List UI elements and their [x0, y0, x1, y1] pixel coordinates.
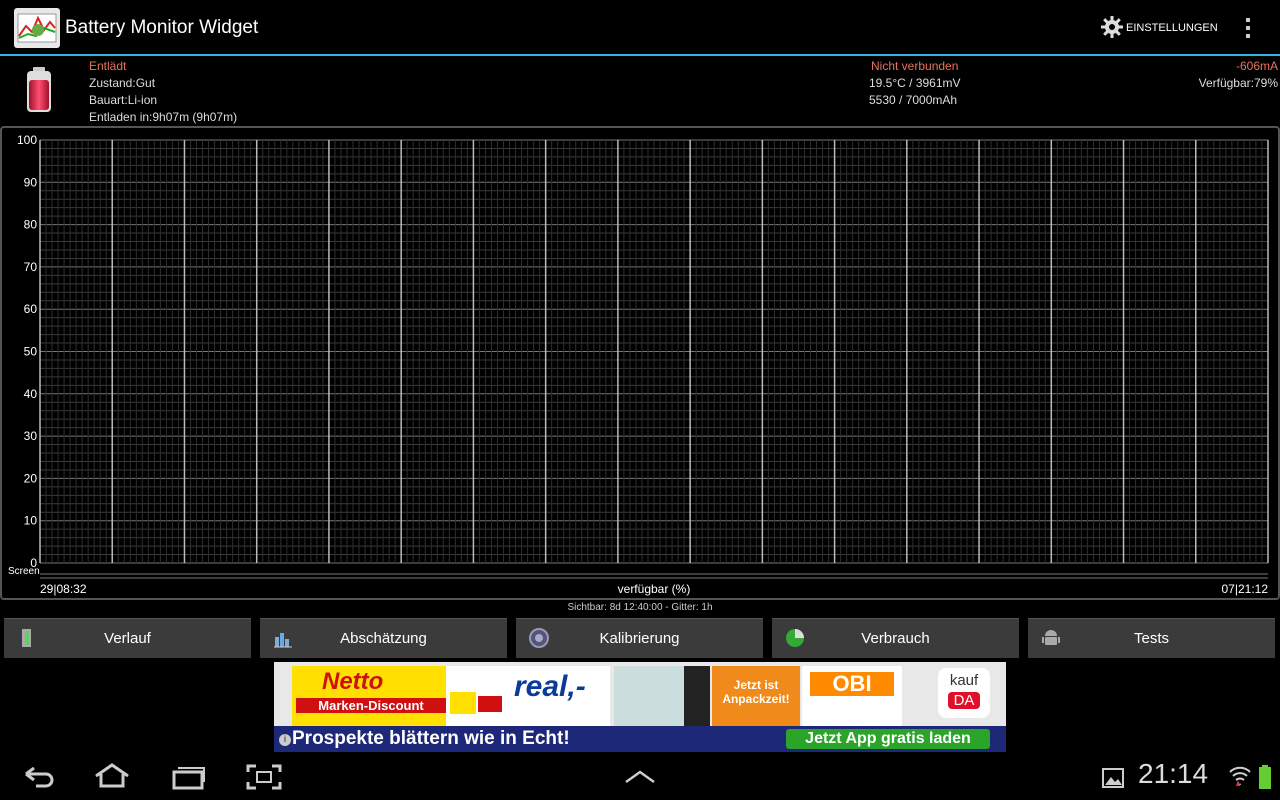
tab-label: Abschätzung: [340, 630, 427, 647]
y-tick-label: 10: [24, 514, 38, 528]
estimate-icon: [272, 627, 294, 649]
x-axis-label: verfügbar (%): [618, 582, 691, 596]
ad-brand-netto: Netto: [322, 668, 384, 695]
back-icon[interactable]: [22, 764, 56, 795]
gear-icon: [1100, 15, 1124, 42]
discharge-time: Entladen in:9h07m (9h07m): [89, 110, 238, 124]
home-icon[interactable]: [92, 762, 132, 795]
capacity: 5530 / 7000mAh: [869, 93, 958, 107]
tab-label: Kalibrierung: [599, 630, 680, 647]
current-draw: -606mA: [1235, 59, 1278, 73]
ad-obi-flyer: OBI: [802, 666, 902, 726]
battery-chart[interactable]: 1009080706050403020100 Screen 29|08:32 v…: [0, 126, 1280, 606]
settings-label: EINSTELLUNGEN: [1126, 22, 1218, 34]
ad-brand-netto-sub: Marken-Discount: [296, 698, 446, 713]
battery-status-icon: [1258, 764, 1272, 795]
action-bar: Battery Monitor Widget EINSTELLUNGEN: [0, 0, 1280, 56]
ad-banner[interactable]: Netto Marken-Discount real,- Jetzt ist A…: [274, 662, 1006, 752]
y-tick-label: 70: [24, 260, 38, 274]
overflow-menu-icon[interactable]: [1238, 14, 1258, 42]
tab-verlauf[interactable]: Verlauf: [4, 618, 251, 658]
available-percent: Verfügbar:79%: [1198, 76, 1278, 90]
android-icon: [1040, 627, 1062, 649]
battery-icon: [24, 66, 54, 119]
x-end-label: 07|21:12: [1222, 582, 1269, 596]
app-title: Battery Monitor Widget: [65, 17, 259, 38]
y-tick-label: 80: [24, 218, 38, 232]
screen-row-label: Screen: [8, 566, 40, 577]
y-tick-label: 40: [24, 387, 38, 401]
history-icon: [16, 627, 38, 649]
ad-kaufda-line1: kauf: [949, 672, 979, 689]
chart-info: Sichtbar: 8d 12:40:00 - Gitter: 1h: [567, 602, 713, 613]
battery-state: Entlädt: [89, 59, 127, 73]
wifi-icon: [1228, 764, 1252, 793]
calibration-icon: [528, 627, 550, 649]
chevron-up-icon[interactable]: [624, 768, 656, 789]
tab-label: Verbrauch: [861, 630, 930, 647]
y-tick-label: 90: [24, 175, 38, 189]
tab-tests[interactable]: Tests: [1028, 618, 1275, 658]
ad-brand-real: real,-: [514, 670, 586, 703]
x-start-label: 29|08:32: [40, 582, 87, 596]
tab-label: Tests: [1133, 630, 1169, 647]
recent-apps-icon[interactable]: [168, 764, 208, 795]
app-logo-icon[interactable]: [14, 8, 60, 48]
tab-kalibrierung[interactable]: Kalibrierung: [516, 618, 763, 658]
ad-kaufda-logo: kauf DA: [938, 668, 990, 718]
tab-verbrauch[interactable]: Verbrauch: [772, 618, 1019, 658]
y-tick-label: 60: [24, 302, 38, 316]
temperature-voltage: 19.5°C / 3961mV: [869, 76, 961, 90]
ad-headline: Prospekte blättern wie in Echt!: [292, 728, 570, 749]
system-nav-bar: 21:14: [0, 752, 1280, 800]
battery-condition: Zustand:Gut: [89, 76, 156, 90]
tab-label: Verlauf: [104, 630, 151, 647]
y-tick-label: 50: [24, 345, 38, 359]
y-tick-label: 30: [24, 429, 38, 443]
screenshot-icon[interactable]: [246, 764, 282, 795]
ad-sticker: Jetzt ist Anpackzeit!: [712, 666, 800, 726]
consumption-icon: [784, 627, 806, 649]
ad-netto-flyer: Netto Marken-Discount: [292, 666, 447, 726]
y-tick-label: 100: [17, 133, 37, 147]
tab-abschaetzung[interactable]: Abschätzung: [260, 618, 507, 658]
ad-brand-obi: OBI: [810, 672, 894, 696]
ad-info-icon[interactable]: i: [279, 734, 291, 746]
ad-cta-button[interactable]: Jetzt App gratis laden: [786, 729, 990, 749]
ad-kaufda-line2: DA: [948, 692, 980, 709]
gallery-notification-icon[interactable]: [1102, 768, 1124, 793]
clock[interactable]: 21:14: [1138, 758, 1208, 790]
y-tick-label: 20: [24, 471, 38, 485]
settings-button[interactable]: EINSTELLUNGEN: [1100, 14, 1218, 42]
connection-status: Nicht verbunden: [871, 59, 959, 73]
battery-type: Bauart:Li-ion: [89, 93, 158, 107]
ad-real-flyer: real,-: [510, 666, 610, 726]
ad-sticker-text: Jetzt ist Anpackzeit!: [722, 678, 790, 706]
